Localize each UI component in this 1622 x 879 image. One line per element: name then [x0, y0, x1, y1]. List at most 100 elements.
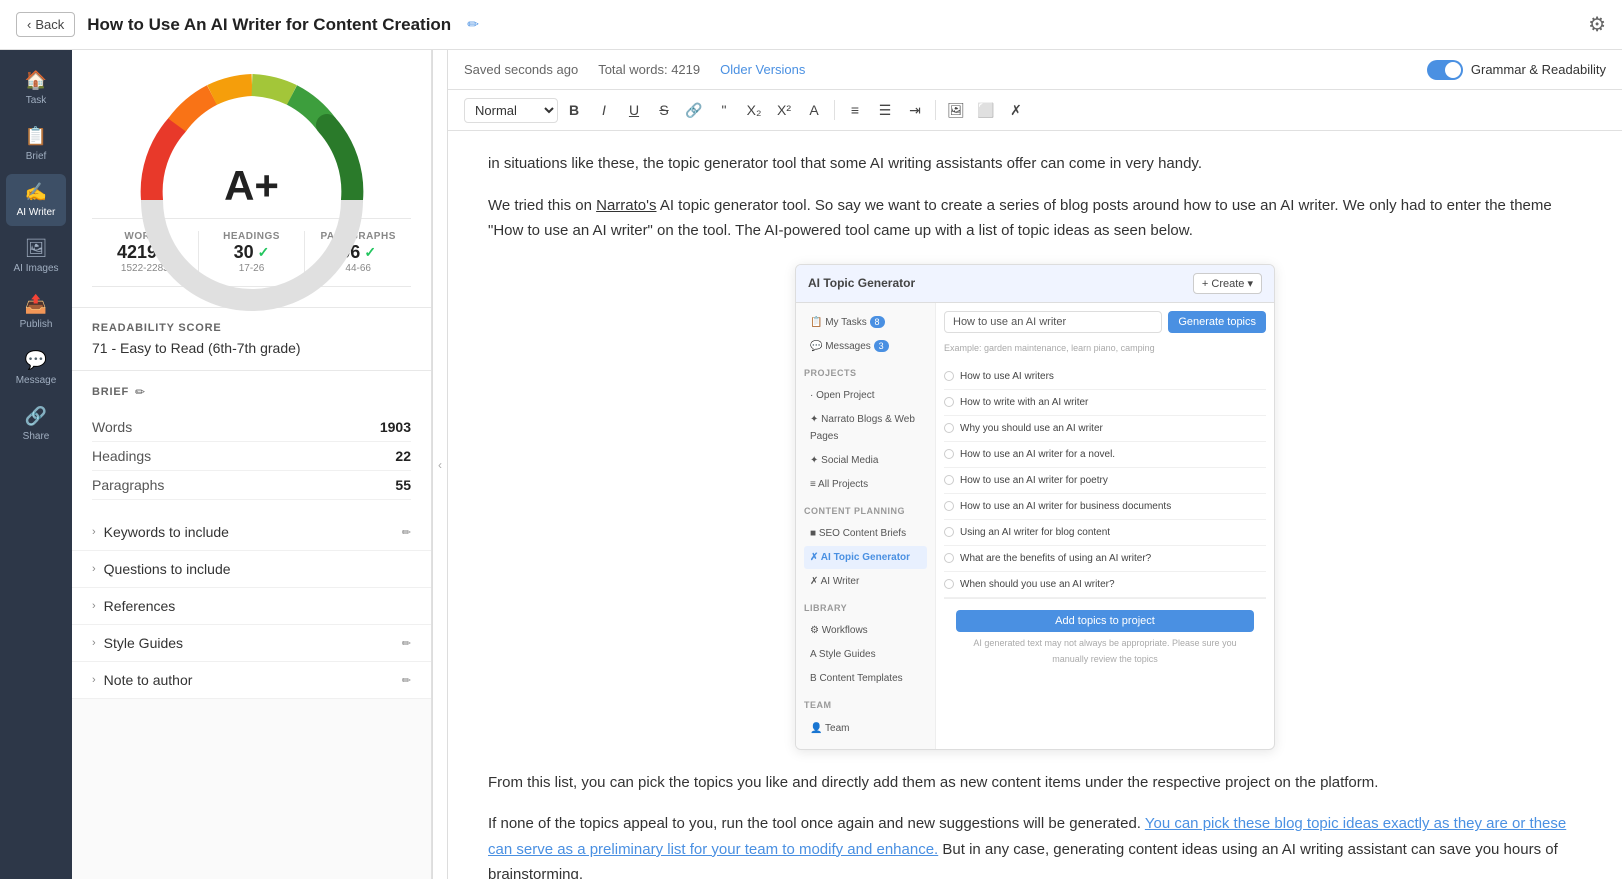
title-edit-icon[interactable]: ✏ — [467, 16, 479, 33]
ss-ai-topic-gen[interactable]: ✗ AI Topic Generator — [804, 546, 927, 569]
add-topics-button[interactable]: Add topics to project — [956, 610, 1254, 632]
ss-content-planning-label: CONTENT PLANNING — [804, 504, 927, 519]
underline-button[interactable]: U — [620, 96, 648, 124]
image-button[interactable]: 🖼 — [942, 96, 970, 124]
score-gauge-area: A+ WORDS 4219 ✓ 1522-2283 HEADINGS 30 — [72, 50, 431, 308]
brief-edit-icon[interactable]: ✏ — [135, 385, 145, 399]
chevron-right-icon-2: › — [92, 563, 96, 575]
paragraphs-label: PARAGRAPHS — [305, 231, 411, 242]
grade-label: A+ — [224, 162, 279, 210]
ss-content-templates[interactable]: B Content Templates — [804, 667, 927, 690]
brief-row-words: Words 1903 — [92, 413, 411, 442]
style-guides-label: Style Guides — [104, 635, 394, 651]
bold-button[interactable]: B — [560, 96, 588, 124]
sidebar-item-publish[interactable]: 📤 Publish — [6, 286, 66, 338]
questions-label: Questions to include — [104, 561, 411, 577]
editor-toolbar: Normal Heading 1 Heading 2 Heading 3 B I… — [448, 90, 1622, 131]
ss-topic-5: How to use an AI writer for poetry — [944, 468, 1266, 494]
sidebar-item-label-message: Message — [16, 375, 57, 386]
ss-library-label: LIBRARY — [804, 601, 927, 616]
headings-value: 30 ✓ — [199, 242, 305, 263]
sidebar-item-ai-images[interactable]: 🖼 AI Images — [6, 230, 66, 282]
ss-ai-writer-nav[interactable]: ✗ AI Writer — [804, 570, 927, 593]
ss-messages[interactable]: 💬 Messages 3 — [804, 335, 927, 358]
superscript-button[interactable]: X² — [770, 96, 798, 124]
readability-section: READABILITY SCORE 71 - Easy to Read (6th… — [72, 308, 431, 371]
ss-topic-8: What are the benefits of using an AI wri… — [944, 546, 1266, 572]
ss-style-guides-nav[interactable]: A Style Guides — [804, 643, 927, 666]
table-button[interactable]: ⬜ — [972, 96, 1000, 124]
sidebar-item-message[interactable]: 💬 Message — [6, 342, 66, 394]
headings-range: 17-26 — [199, 263, 305, 274]
accordion-note-to-author[interactable]: › Note to author ✏ — [72, 662, 431, 699]
strikethrough-button[interactable]: S — [650, 96, 678, 124]
brief-headings-key: Headings — [92, 448, 151, 464]
font-color-button[interactable]: A — [800, 96, 828, 124]
chevron-right-icon-5: › — [92, 674, 96, 686]
icon-sidebar: 🏠 Task 📋 Brief ✍ AI Writer 🖼 AI Images 📤… — [0, 50, 72, 879]
sidebar-item-brief[interactable]: 📋 Brief — [6, 118, 66, 170]
clear-format-button[interactable]: ✗ — [1002, 96, 1030, 124]
ss-narrato-blogs[interactable]: ✦ Narrato Blogs & Web Pages — [804, 408, 927, 448]
editor-paragraph-3: From this list, you can pick the topics … — [488, 770, 1582, 796]
ss-generate-button[interactable]: Generate topics — [1168, 311, 1266, 333]
older-versions-link[interactable]: Older Versions — [720, 62, 805, 77]
stats-row: WORDS 4219 ✓ 1522-2283 HEADINGS 30 ✓ 17-… — [92, 218, 411, 287]
ss-my-tasks[interactable]: 📋 My Tasks 8 — [804, 311, 927, 334]
editor-content[interactable]: in situations like these, the topic gene… — [448, 131, 1622, 879]
subscript-button[interactable]: X₂ — [740, 96, 768, 124]
top-bar: ‹ Back How to Use An AI Writer for Conte… — [0, 0, 1622, 50]
ss-topic-3: Why you should use an AI writer — [944, 416, 1266, 442]
sidebar-item-task[interactable]: 🏠 Task — [6, 62, 66, 114]
ss-all-projects[interactable]: ≡ All Projects — [804, 473, 927, 496]
unordered-list-button[interactable]: ☰ — [871, 96, 899, 124]
grammar-toggle-switch[interactable] — [1427, 60, 1463, 80]
sidebar-item-label-task: Task — [26, 95, 47, 106]
settings-gear-icon[interactable]: ⚙ — [1588, 12, 1606, 37]
brief-row-paragraphs: Paragraphs 55 — [92, 471, 411, 500]
back-button[interactable]: ‹ Back — [16, 12, 75, 37]
ss-topic-2: How to write with an AI writer — [944, 390, 1266, 416]
chevron-right-icon: › — [92, 526, 96, 538]
sidebar-item-label-ai-images: AI Images — [13, 263, 58, 274]
toolbar-separator-2 — [935, 100, 936, 120]
task-icon: 🏠 — [25, 70, 47, 91]
ss-seo-briefs[interactable]: ■ SEO Content Briefs — [804, 522, 927, 545]
accordion-style-guides[interactable]: › Style Guides ✏ — [72, 625, 431, 662]
brief-row-headings: Headings 22 — [92, 442, 411, 471]
accordion-questions[interactable]: › Questions to include — [72, 551, 431, 588]
ss-workflows[interactable]: ⚙ Workflows — [804, 619, 927, 642]
ss-disclaimer: AI generated text may not always be appr… — [956, 636, 1254, 667]
sidebar-item-label-share: Share — [23, 431, 50, 442]
narrato-link[interactable]: Narrato's — [596, 197, 656, 214]
chevron-right-icon-4: › — [92, 637, 96, 649]
ai-topic-generator-screenshot: AI Topic Generator + Create ▾ 📋 My Tasks… — [795, 264, 1275, 750]
main-layout: 🏠 Task 📋 Brief ✍ AI Writer 🖼 AI Images 📤… — [0, 50, 1622, 879]
italic-button[interactable]: I — [590, 96, 618, 124]
link-button[interactable]: 🔗 — [680, 96, 708, 124]
blockquote-button[interactable]: " — [710, 96, 738, 124]
gauge-container: A+ — [122, 70, 382, 210]
saved-text: Saved seconds ago — [464, 62, 578, 77]
brief-paragraphs-key: Paragraphs — [92, 477, 164, 493]
fold-handle[interactable]: ‹ — [432, 50, 448, 879]
keywords-edit-icon[interactable]: ✏ — [402, 526, 411, 539]
style-guides-edit-icon[interactable]: ✏ — [402, 637, 411, 650]
accordion-keywords[interactable]: › Keywords to include ✏ — [72, 514, 431, 551]
ss-open-project[interactable]: · Open Project — [804, 384, 927, 407]
ss-social-media[interactable]: ✦ Social Media — [804, 449, 927, 472]
screenshot-create-button[interactable]: + Create ▾ — [1193, 273, 1262, 294]
keywords-label: Keywords to include — [104, 524, 394, 540]
note-edit-icon[interactable]: ✏ — [402, 674, 411, 687]
sidebar-item-share[interactable]: 🔗 Share — [6, 398, 66, 450]
ordered-list-button[interactable]: ≡ — [841, 96, 869, 124]
ss-input-row: Generate topics — [944, 311, 1266, 333]
accordion-references[interactable]: › References — [72, 588, 431, 625]
sidebar-item-ai-writer[interactable]: ✍ AI Writer — [6, 174, 66, 226]
indent-button[interactable]: ⇥ — [901, 96, 929, 124]
ss-team[interactable]: 👤 Team — [804, 717, 927, 740]
text-style-select[interactable]: Normal Heading 1 Heading 2 Heading 3 — [464, 98, 558, 123]
editor-paragraph-4: If none of the topics appeal to you, run… — [488, 811, 1582, 879]
ss-topic-input[interactable] — [944, 311, 1162, 333]
readability-value: 71 - Easy to Read (6th-7th grade) — [92, 340, 411, 356]
